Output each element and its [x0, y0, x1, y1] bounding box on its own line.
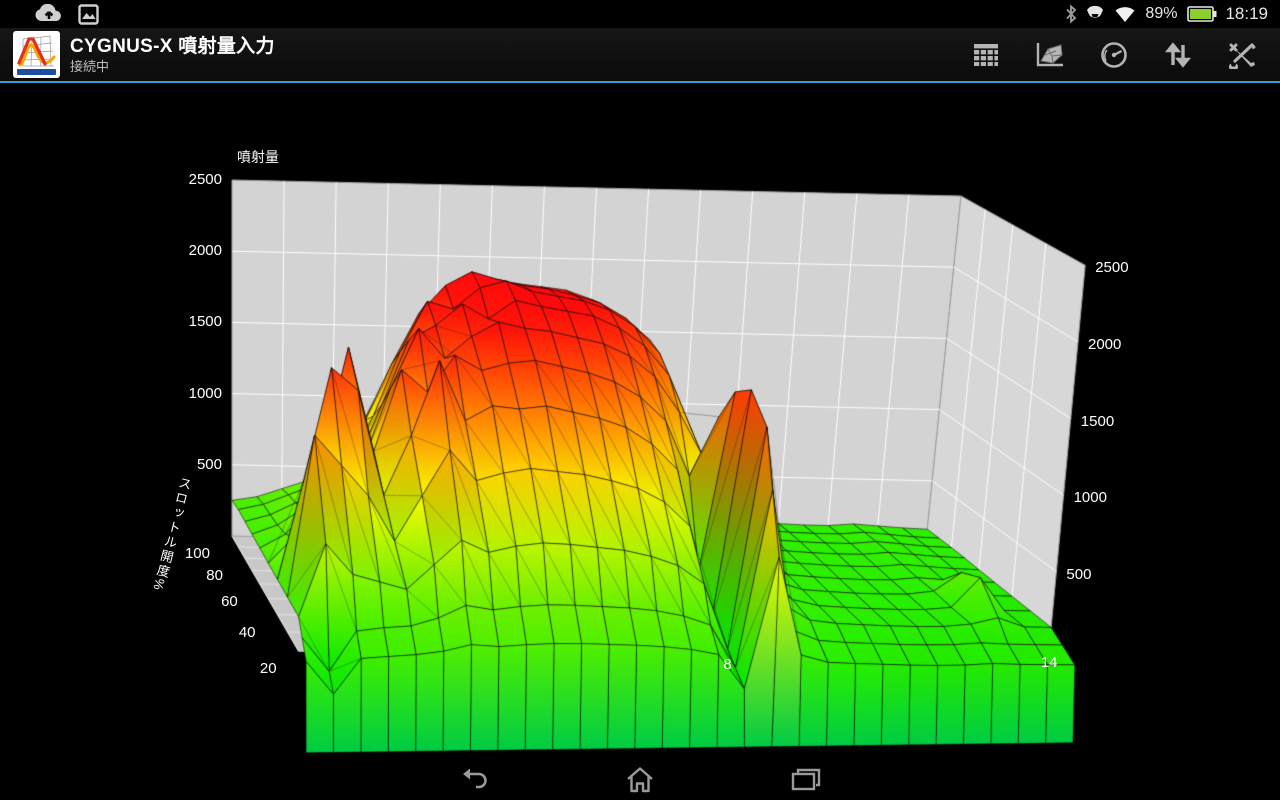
recents-icon	[791, 768, 821, 791]
battery-icon	[1187, 5, 1217, 23]
bluetooth-icon	[1065, 4, 1077, 24]
battery-percent-label: 89%	[1145, 5, 1178, 22]
table-view-button[interactable]	[954, 30, 1018, 80]
notification-area	[34, 3, 99, 25]
tablet-screen: 89% 18:19 CYGNUS-X 噴射量入力 接続中 噴射量 スロットル開度…	[0, 0, 1280, 800]
app-logo[interactable]	[13, 31, 60, 78]
back-button[interactable]	[439, 762, 509, 798]
transfer-updown-icon	[1165, 41, 1191, 68]
gallery-icon	[78, 3, 99, 25]
app-title: CYGNUS-X 噴射量入力	[70, 35, 275, 57]
title-block: CYGNUS-X 噴射量入力 接続中	[70, 35, 275, 75]
system-indicators: 89% 18:19	[1065, 4, 1268, 24]
gauge-icon	[1101, 41, 1127, 68]
clock-label: 18:19	[1225, 4, 1268, 23]
surface-chart-button[interactable]	[1018, 30, 1082, 80]
cloud-upload-icon	[34, 4, 64, 24]
tools-icon	[1229, 42, 1256, 69]
action-bar	[954, 30, 1274, 80]
status-bar: 89% 18:19	[0, 0, 1280, 28]
app-bar: CYGNUS-X 噴射量入力 接続中	[0, 28, 1280, 84]
wifi-icon	[1113, 4, 1137, 24]
settings-tools-button[interactable]	[1210, 30, 1274, 80]
transfer-button[interactable]	[1146, 30, 1210, 80]
home-button[interactable]	[605, 762, 675, 798]
android-nav-bar	[0, 760, 1280, 800]
injection-map-3d-chart[interactable]: 噴射量 スロットル開度% 2500 2000 1500 1000 500 2500 2000…	[0, 83, 1280, 760]
connection-status: 接続中	[70, 58, 110, 74]
table-icon	[974, 43, 998, 66]
smart-connect-icon	[1085, 4, 1105, 24]
back-icon	[463, 768, 487, 789]
recents-button[interactable]	[771, 762, 841, 798]
home-icon	[627, 767, 653, 793]
surface-chart-icon	[1036, 42, 1063, 66]
surface-plot-canvas[interactable]	[0, 83, 1280, 760]
gauge-button[interactable]	[1082, 30, 1146, 80]
